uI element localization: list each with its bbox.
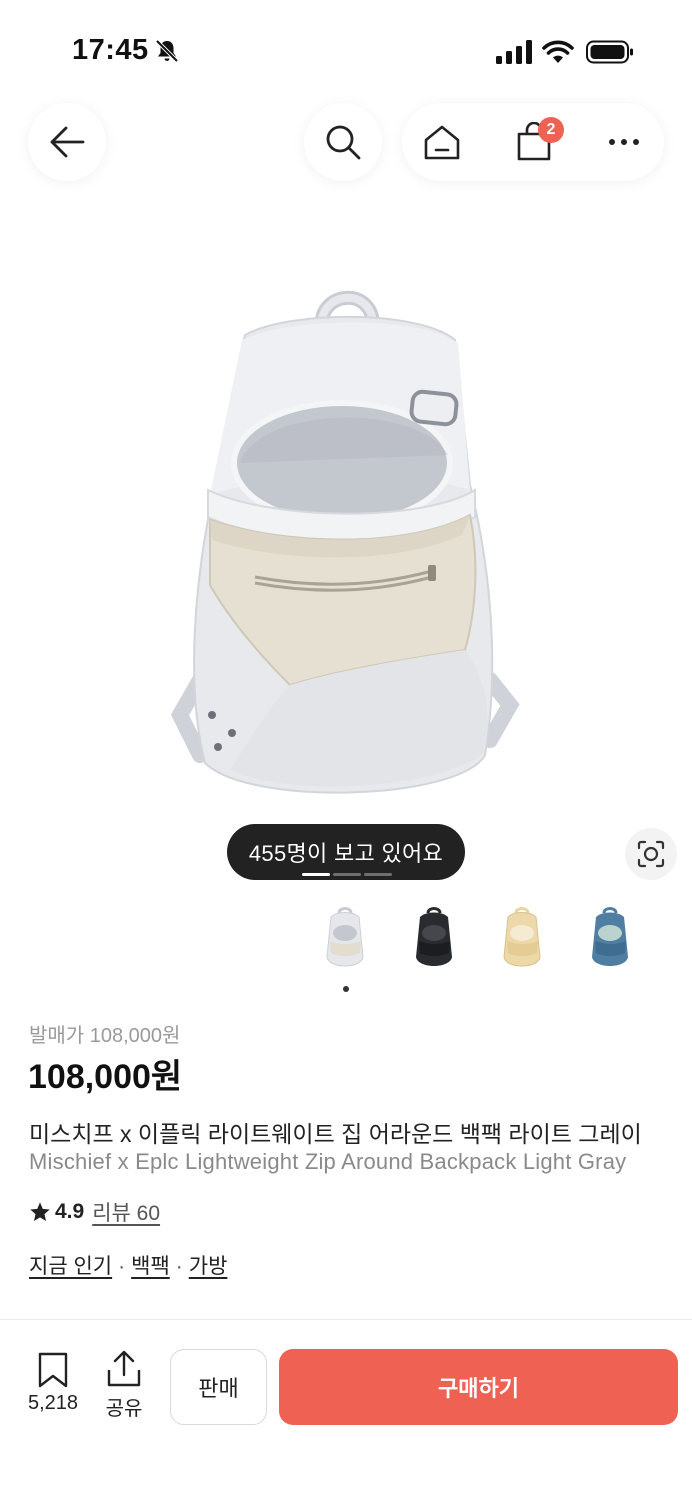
buy-button[interactable]: 구매하기	[279, 1349, 678, 1425]
share-label: 공유	[105, 1398, 143, 1420]
color-option-blue[interactable]	[588, 905, 632, 975]
bookmark-button[interactable]: 5,218	[20, 1352, 86, 1418]
lens-scan-icon	[637, 840, 665, 868]
slide-indicator-dot	[364, 873, 392, 876]
more-horizontal-icon	[609, 139, 639, 145]
viewers-count-text: 455명이 보고 있어요	[248, 841, 444, 866]
product-title-english: Mischief x Eplc Lightweight Zip Around B…	[29, 1149, 627, 1174]
bell-slash-icon	[155, 39, 179, 63]
star-icon	[30, 1202, 50, 1221]
price: 108,000원	[28, 1058, 183, 1096]
image-slide-indicator	[302, 873, 392, 876]
battery-icon	[586, 40, 633, 64]
more-button[interactable]	[584, 103, 664, 181]
category-link-popular[interactable]: 지금 인기	[29, 1255, 112, 1278]
wifi-icon	[542, 40, 574, 63]
bookmark-count: 5,218	[27, 1392, 79, 1414]
category-separator: ·	[175, 1255, 183, 1278]
bookmark-icon	[38, 1352, 68, 1388]
color-option-light-gray[interactable]	[323, 905, 367, 975]
search-icon	[326, 125, 361, 160]
rating-score: 4.9	[55, 1200, 85, 1223]
share-icon	[107, 1350, 141, 1387]
title-fade-overlay	[640, 1110, 692, 1185]
cart-button[interactable]: 2	[494, 103, 574, 181]
status-bar: 17:45	[0, 0, 692, 100]
arrow-left-icon	[50, 126, 85, 158]
rating-row: 4.9 리뷰 60	[29, 1197, 160, 1227]
viewers-count-pill: 455명이 보고 있어요	[227, 824, 465, 880]
product-title-korean: 미스치프 x 이플릭 라이트웨이트 집 어라운드 백팩 라이트 그레이	[29, 1121, 642, 1147]
image-search-button[interactable]	[625, 828, 677, 880]
nav-actions-group: 2	[402, 103, 664, 181]
original-price: 발매가 108,000원	[29, 1025, 181, 1047]
back-button[interactable]	[28, 103, 106, 181]
sell-button[interactable]: 판매	[170, 1349, 267, 1425]
home-icon	[424, 125, 460, 160]
product-image[interactable]	[170, 285, 520, 810]
color-option-black[interactable]	[412, 905, 456, 975]
category-link-bag[interactable]: 가방	[189, 1255, 228, 1278]
slide-indicator-dot	[333, 873, 361, 876]
section-divider	[0, 1319, 692, 1320]
color-option-beige[interactable]	[500, 905, 544, 975]
reviews-link[interactable]: 리뷰 60	[92, 1197, 160, 1227]
signal-icon	[496, 40, 532, 64]
category-link-backpack[interactable]: 백팩	[131, 1255, 170, 1278]
category-breadcrumb: 지금 인기 · 백팩 · 가방	[29, 1250, 227, 1280]
share-button[interactable]: 공유	[98, 1350, 150, 1420]
search-button[interactable]	[304, 103, 382, 181]
selected-color-indicator	[343, 986, 349, 992]
home-button[interactable]	[402, 103, 482, 181]
slide-indicator-active	[302, 873, 330, 876]
cart-count-badge: 2	[538, 117, 564, 143]
status-time: 17:45	[72, 34, 149, 66]
category-separator: ·	[118, 1255, 126, 1278]
